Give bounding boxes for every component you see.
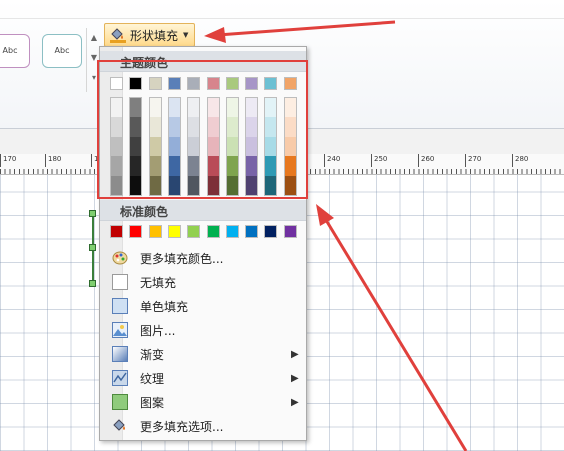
annotation-arrow-head bbox=[204, 27, 226, 43]
annotation-arrow-line bbox=[324, 219, 468, 451]
annotation-arrow-head bbox=[316, 204, 334, 226]
annotation-arrows bbox=[204, 20, 468, 451]
annotation-arrow-line bbox=[217, 20, 396, 37]
